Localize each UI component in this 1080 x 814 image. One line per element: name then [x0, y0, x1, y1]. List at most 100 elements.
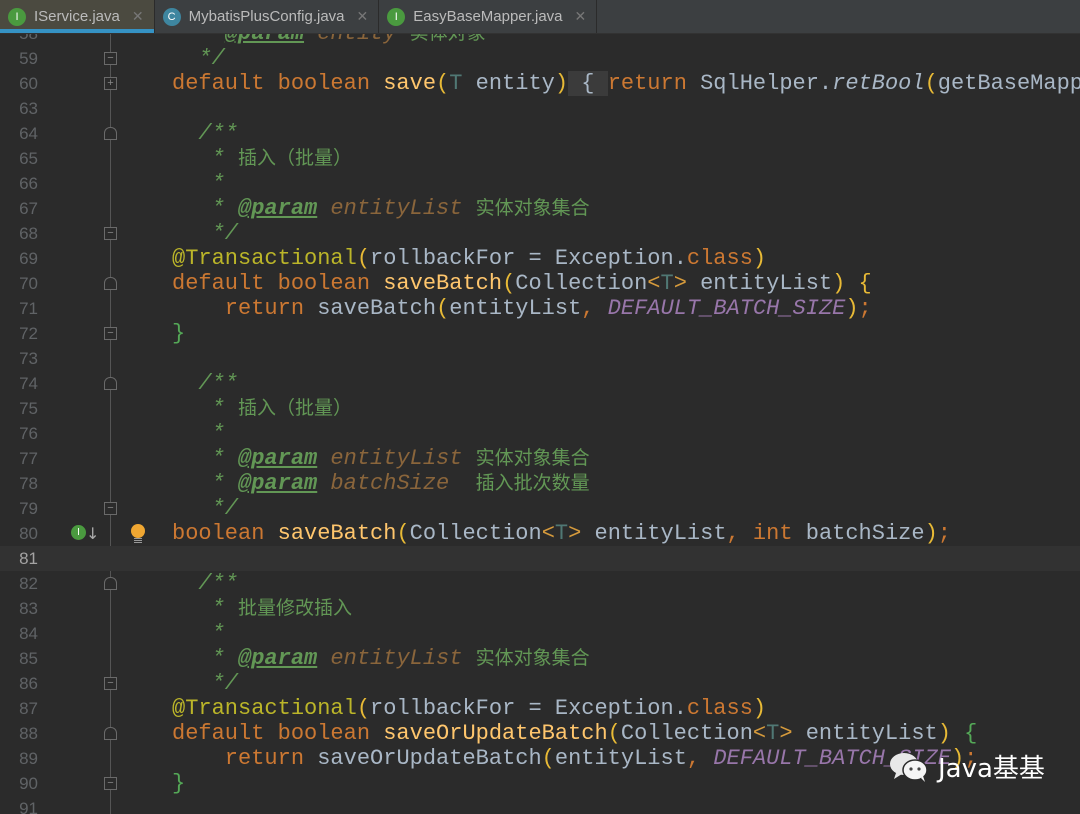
- line-number[interactable]: 63: [0, 96, 38, 121]
- code-line[interactable]: 75 * 插入（批量）: [0, 396, 1080, 421]
- code-line[interactable]: 63: [0, 96, 1080, 121]
- code-line[interactable]: 64 /**: [0, 121, 1080, 146]
- line-number[interactable]: 59: [0, 46, 38, 71]
- tab-iservice[interactable]: I IService.java ✕: [0, 0, 155, 33]
- code-line[interactable]: 77 * @param entityList 实体对象集合: [0, 446, 1080, 471]
- code-line[interactable]: 82 /**: [0, 571, 1080, 596]
- code-line[interactable]: 87 @Transactional(rollbackFor = Exception…: [0, 696, 1080, 721]
- line-number[interactable]: 85: [0, 646, 38, 671]
- line-number[interactable]: 66: [0, 171, 38, 196]
- line-number[interactable]: 91: [0, 796, 38, 814]
- goto-implementation-icon[interactable]: ↓: [86, 521, 99, 546]
- close-icon[interactable]: ✕: [575, 8, 587, 25]
- code-token: (: [356, 696, 371, 721]
- line-number[interactable]: 65: [0, 146, 38, 171]
- line-number[interactable]: 80: [0, 521, 38, 546]
- code-line[interactable]: 58 * @param entity 实体对象: [0, 33, 1080, 46]
- line-number[interactable]: 78: [0, 471, 38, 496]
- code-line[interactable]: 83 * 批量修改插入: [0, 596, 1080, 621]
- line-number[interactable]: 71: [0, 296, 38, 321]
- intention-bulb-icon[interactable]: [131, 524, 145, 543]
- code-token: /**: [172, 571, 239, 596]
- code-line[interactable]: 78 * @param batchSize 插入批次数量: [0, 471, 1080, 496]
- code-token: *: [172, 446, 239, 471]
- code-line[interactable]: 66 *: [0, 171, 1080, 196]
- code-line[interactable]: 67 * @param entityList 实体对象集合: [0, 196, 1080, 221]
- code-line[interactable]: 73: [0, 346, 1080, 371]
- line-number[interactable]: 73: [0, 346, 38, 371]
- code-line[interactable]: 69 @Transactional(rollbackFor = Exception…: [0, 246, 1080, 271]
- code-token: T: [554, 521, 569, 546]
- code-text: */: [172, 496, 238, 521]
- code-token: boolean: [172, 521, 278, 546]
- code-line[interactable]: 88 default boolean saveOrUpdateBatch(Coll…: [0, 721, 1080, 746]
- tab-mybatisplusconfig[interactable]: C MybatisPlusConfig.java ✕: [155, 0, 380, 33]
- code-line[interactable]: 60 + default boolean save(T entity) { retu…: [0, 71, 1080, 96]
- line-number[interactable]: 89: [0, 746, 38, 771]
- fold-collapse-icon[interactable]: −: [104, 677, 117, 690]
- fold-collapse-icon[interactable]: [104, 727, 117, 740]
- fold-collapse-icon[interactable]: −: [104, 502, 117, 515]
- line-number[interactable]: 76: [0, 421, 38, 446]
- line-number[interactable]: 82: [0, 571, 38, 596]
- fold-collapse-icon[interactable]: [104, 377, 117, 390]
- code-line[interactable]: 79 − */: [0, 496, 1080, 521]
- code-text: return saveBatch(entityList, DEFAULT_BAT…: [172, 296, 872, 321]
- code-text: }: [172, 771, 185, 796]
- code-line[interactable]: 85 * @param entityList 实体对象集合: [0, 646, 1080, 671]
- fold-collapse-icon[interactable]: −: [104, 777, 117, 790]
- fold-collapse-icon[interactable]: −: [104, 227, 117, 240]
- line-number[interactable]: 77: [0, 446, 38, 471]
- fold-collapse-icon[interactable]: −: [104, 52, 117, 65]
- code-line[interactable]: 65 * 插入（批量）: [0, 146, 1080, 171]
- line-number[interactable]: 72: [0, 321, 38, 346]
- fold-collapse-icon[interactable]: [104, 127, 117, 140]
- line-number[interactable]: 70: [0, 271, 38, 296]
- line-number[interactable]: 64: [0, 121, 38, 146]
- line-number[interactable]: 75: [0, 396, 38, 421]
- interface-icon: I: [387, 7, 406, 26]
- code-editor[interactable]: 58 * @param entity 实体对象 59− */60 + default …: [0, 33, 1080, 814]
- tab-easybasemapper[interactable]: I EasyBaseMapper.java ✕: [379, 0, 598, 33]
- code-line[interactable]: 76 *: [0, 421, 1080, 446]
- line-number[interactable]: 67: [0, 196, 38, 221]
- code-line[interactable]: 80 I ↓ boolean saveBatch(Collection<T> enti…: [0, 521, 1080, 546]
- code-line[interactable]: 86 − */: [0, 671, 1080, 696]
- close-icon[interactable]: ✕: [357, 8, 369, 25]
- code-token: ,: [581, 296, 608, 321]
- line-number[interactable]: 60: [0, 71, 38, 96]
- code-text: /**: [172, 121, 238, 146]
- code-line[interactable]: 59 − */: [0, 46, 1080, 71]
- code-line[interactable]: 81: [0, 546, 1080, 571]
- code-line[interactable]: 74 /**: [0, 371, 1080, 396]
- close-icon[interactable]: ✕: [132, 8, 144, 25]
- code-line[interactable]: 84 *: [0, 621, 1080, 646]
- line-number[interactable]: 86: [0, 671, 38, 696]
- code-token: >: [779, 721, 806, 746]
- code-line[interactable]: 68 − */: [0, 221, 1080, 246]
- line-number[interactable]: 58: [0, 33, 38, 46]
- line-number[interactable]: 90: [0, 771, 38, 796]
- code-line[interactable]: 91: [0, 796, 1080, 814]
- line-number[interactable]: 81: [0, 546, 38, 571]
- code-text: @Transactional(rollbackFor = Exception.c…: [172, 246, 766, 271]
- line-number[interactable]: 88: [0, 721, 38, 746]
- code-line[interactable]: 70 default boolean saveBatch(Collection<T…: [0, 271, 1080, 296]
- line-number[interactable]: 79: [0, 496, 38, 521]
- line-number[interactable]: 68: [0, 221, 38, 246]
- line-number[interactable]: 74: [0, 371, 38, 396]
- code-token: class: [686, 246, 753, 271]
- line-number[interactable]: 84: [0, 621, 38, 646]
- line-number[interactable]: 69: [0, 246, 38, 271]
- implemented-icon[interactable]: I: [71, 525, 86, 540]
- fold-collapse-icon[interactable]: −: [104, 327, 117, 340]
- line-number[interactable]: 87: [0, 696, 38, 721]
- fold-collapse-icon[interactable]: [104, 577, 117, 590]
- code-line[interactable]: 72 −}: [0, 321, 1080, 346]
- line-number[interactable]: 83: [0, 596, 38, 621]
- fold-expand-icon[interactable]: +: [104, 77, 117, 90]
- code-line[interactable]: 71 return saveBatch(entityList, DEFAULT_…: [0, 296, 1080, 321]
- code-token: ): [937, 721, 965, 746]
- fold-collapse-icon[interactable]: [104, 277, 117, 290]
- code-token: ) {: [832, 271, 872, 296]
